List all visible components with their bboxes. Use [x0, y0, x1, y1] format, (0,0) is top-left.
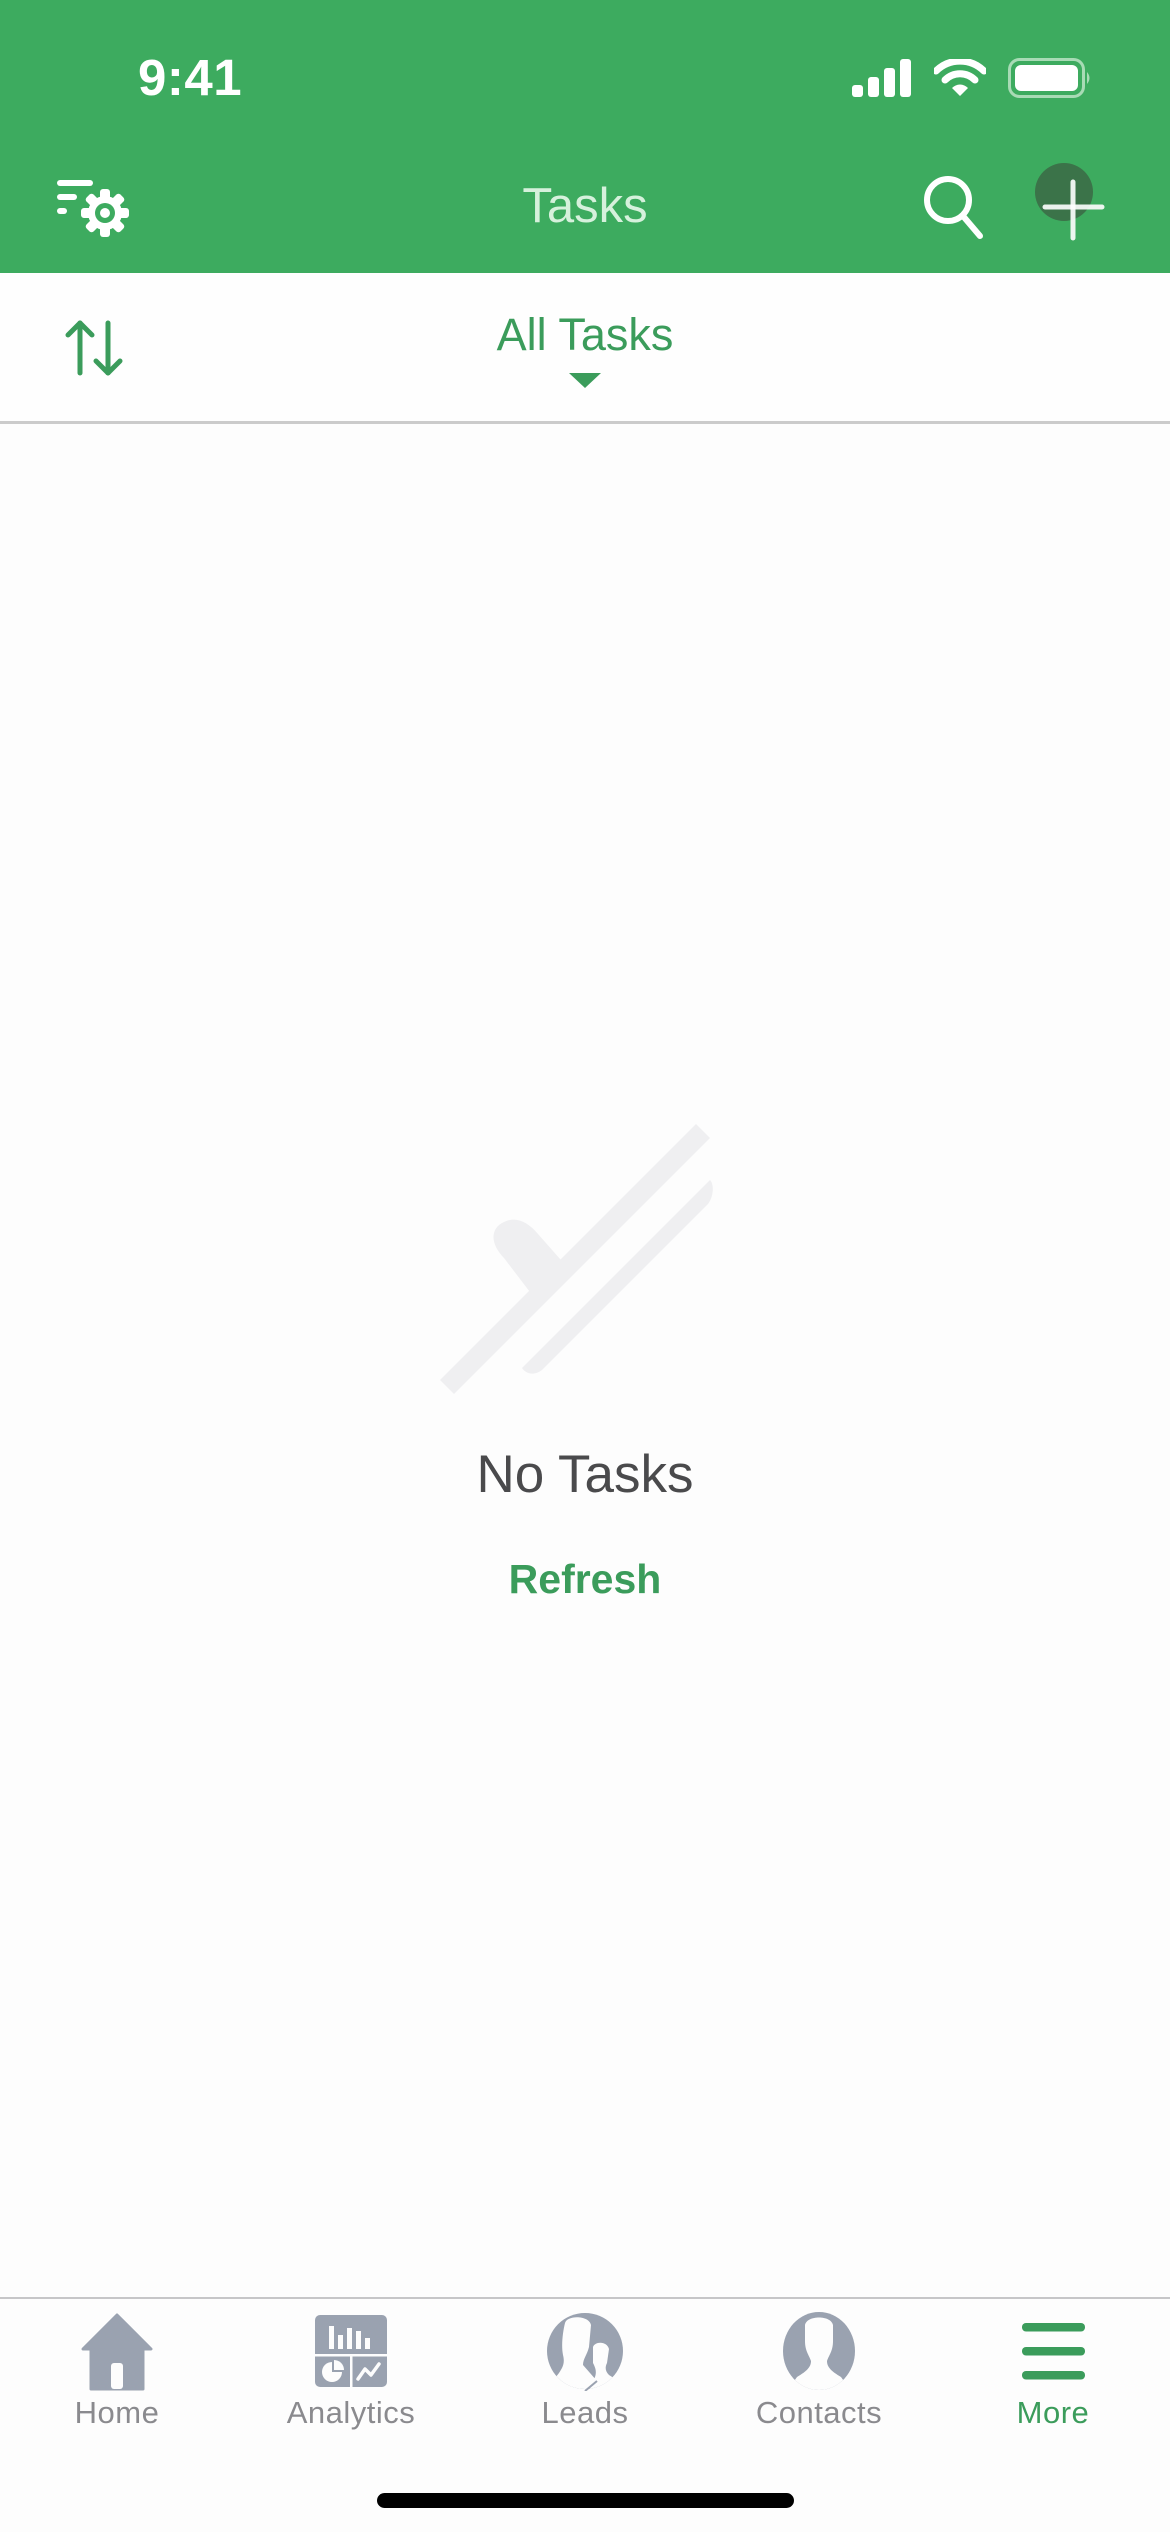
- tab-contacts[interactable]: Contacts: [702, 2299, 936, 2459]
- caret-down-icon: [569, 373, 601, 388]
- add-task-button[interactable]: [1030, 160, 1130, 250]
- analytics-icon: [315, 2315, 387, 2387]
- leads-icon: [547, 2313, 623, 2391]
- tab-analytics[interactable]: Analytics: [234, 2299, 468, 2459]
- app-header: 9:41 Tasks: [0, 0, 1170, 273]
- home-indicator: [377, 2493, 794, 2508]
- page-title: Tasks: [522, 179, 648, 233]
- tab-label: Analytics: [286, 2395, 416, 2430]
- tab-home[interactable]: Home: [0, 2299, 234, 2459]
- tab-label: Leads: [541, 2395, 629, 2430]
- filter-bar: All Tasks: [0, 273, 1170, 424]
- checkmark-icon: [440, 1124, 713, 1394]
- refresh-button[interactable]: Refresh: [460, 1556, 710, 1603]
- status-icons: [852, 56, 1092, 100]
- tab-label: More: [1016, 2395, 1090, 2430]
- empty-state-title: No Tasks: [476, 1445, 694, 1504]
- cellular-signal-icon: [852, 59, 911, 97]
- menu-icon: [1022, 2323, 1085, 2380]
- status-time: 9:41: [138, 49, 243, 106]
- search-button[interactable]: [920, 172, 990, 242]
- wifi-icon: [934, 59, 986, 96]
- tab-more[interactable]: More: [936, 2299, 1170, 2459]
- tab-label: Home: [74, 2395, 160, 2430]
- search-icon: [924, 176, 983, 239]
- battery-icon: [1008, 58, 1090, 98]
- tab-label: Contacts: [755, 2395, 883, 2430]
- contacts-icon: [783, 2312, 855, 2390]
- plus-icon: [1042, 179, 1105, 241]
- sort-button[interactable]: [62, 317, 128, 379]
- home-icon: [81, 2313, 153, 2391]
- tab-leads[interactable]: Leads: [468, 2299, 702, 2459]
- task-filter-dropdown[interactable]: All Tasks: [440, 309, 730, 399]
- sort-arrows-icon: [65, 320, 123, 376]
- filter-label: All Tasks: [496, 309, 674, 360]
